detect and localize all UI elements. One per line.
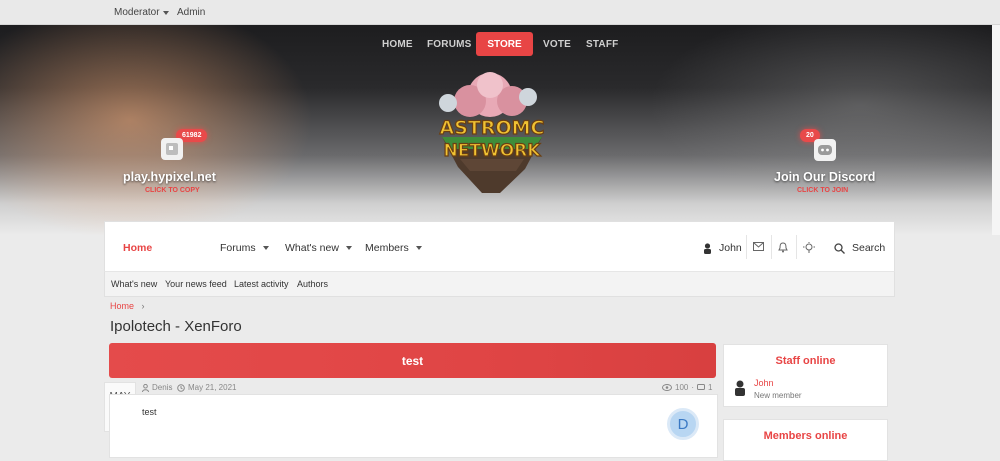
chevron-down-icon xyxy=(415,246,422,250)
sub-nav: What's new Your news feed Latest activit… xyxy=(104,271,895,297)
discord-join-hint[interactable]: CLICK TO JOIN xyxy=(797,187,848,194)
play-icon[interactable] xyxy=(161,138,183,160)
staff-online-title: Staff online xyxy=(775,355,836,367)
top-nav-vote[interactable]: VOTE xyxy=(543,39,571,50)
lightbulb-icon xyxy=(803,242,815,253)
staff-online-block: Staff online John New member xyxy=(723,344,888,407)
subnav-authors[interactable]: Authors xyxy=(297,279,328,289)
stats-dot: · xyxy=(691,383,695,392)
page-title: Ipolotech - XenForo xyxy=(110,318,242,335)
nav-forums-menu[interactable]: Forums xyxy=(220,242,269,254)
avatar-letter: D xyxy=(677,415,689,433)
inbox-button[interactable] xyxy=(753,242,764,251)
chevron-down-icon xyxy=(162,10,169,15)
top-nav-store[interactable]: STORE xyxy=(476,32,533,56)
site-logo[interactable]: ASTROMC NETWORK xyxy=(420,67,565,197)
user-name: John xyxy=(719,242,742,254)
subnav-news-feed[interactable]: Your news feed xyxy=(165,279,227,289)
avatar[interactable]: D xyxy=(667,408,699,440)
envelope-icon xyxy=(753,242,764,251)
thread-date[interactable]: May 21, 2021 xyxy=(177,383,236,392)
discord-icon[interactable] xyxy=(814,139,836,161)
members-online-title: Members online xyxy=(763,430,848,442)
hero-banner: HOME FORUMS STORE VOTE STAFF ASTROMC NET… xyxy=(0,25,1000,235)
post-body: test xyxy=(109,394,718,458)
thread-stats: 100 · 1 xyxy=(662,383,712,392)
search-label: Search xyxy=(852,242,886,254)
moderator-menu[interactable]: Moderator xyxy=(114,7,169,18)
search-icon xyxy=(834,242,845,254)
chevron-down-icon xyxy=(345,246,352,250)
thread-date-text: May 21, 2021 xyxy=(188,383,237,392)
staff-user-name[interactable]: John xyxy=(754,378,774,388)
top-nav-staff[interactable]: STAFF xyxy=(586,39,618,50)
clock-icon xyxy=(177,383,185,392)
comment-icon xyxy=(697,384,706,390)
play-icon-glyph xyxy=(166,143,178,155)
nav-members[interactable]: Members xyxy=(365,242,422,254)
thread-title-bar[interactable]: test xyxy=(109,343,716,378)
divider xyxy=(746,235,747,259)
subnav-whats-new[interactable]: What's new xyxy=(111,279,157,289)
user-avatar-icon xyxy=(704,242,711,254)
breadcrumb: Home › xyxy=(110,301,145,311)
nav-home[interactable]: Home xyxy=(123,242,152,254)
staff-user-role: New member xyxy=(754,391,802,400)
top-nav: HOME FORUMS STORE VOTE STAFF xyxy=(0,32,1000,56)
divider xyxy=(796,235,797,259)
eye-icon xyxy=(662,384,672,391)
breadcrumb-home[interactable]: Home xyxy=(110,301,134,311)
moderator-label: Moderator xyxy=(114,7,160,18)
logo-line-1: ASTROMC xyxy=(440,117,545,139)
main-nav: Home Forums What's new Members John Sear… xyxy=(104,221,895,272)
staff-bar: Moderator Admin xyxy=(0,0,1000,25)
top-nav-home[interactable]: HOME xyxy=(382,39,413,50)
user-avatar-icon[interactable] xyxy=(734,380,746,396)
nav-members-text: Members xyxy=(365,242,409,254)
nav-forums-text-2: Forums xyxy=(220,242,256,254)
discord-title[interactable]: Join Our Discord xyxy=(774,170,875,184)
nav-whats-new-text: What's new xyxy=(285,242,339,254)
user-menu[interactable]: John xyxy=(703,242,742,254)
theme-toggle-button[interactable] xyxy=(803,242,815,254)
admin-link[interactable]: Admin xyxy=(177,7,205,18)
user-icon xyxy=(142,383,149,392)
bell-icon xyxy=(778,242,788,253)
server-ip[interactable]: play.hypixel.net xyxy=(123,170,216,184)
logo-line-2: NETWORK xyxy=(444,141,542,161)
server-copy-hint[interactable]: CLICK TO COPY xyxy=(145,187,200,194)
top-nav-forums[interactable]: FORUMS xyxy=(427,39,472,50)
chevron-down-icon xyxy=(262,246,269,250)
replies-count: 1 xyxy=(708,383,713,392)
breadcrumb-separator: › xyxy=(141,301,145,311)
hero-edge xyxy=(992,25,1000,235)
alerts-button[interactable] xyxy=(778,242,788,253)
discord-icon-glyph xyxy=(818,145,832,155)
thread-author[interactable]: Denis xyxy=(142,383,172,392)
post-text: test xyxy=(142,407,157,417)
views-count: 100 xyxy=(675,383,689,392)
meta-dot: · xyxy=(169,383,172,392)
members-online-block: Members online xyxy=(723,419,888,461)
subnav-latest-activity[interactable]: Latest activity xyxy=(234,279,289,289)
search-button[interactable]: Search xyxy=(834,242,885,254)
nav-whats-new[interactable]: What's new xyxy=(285,242,352,254)
divider xyxy=(771,235,772,259)
